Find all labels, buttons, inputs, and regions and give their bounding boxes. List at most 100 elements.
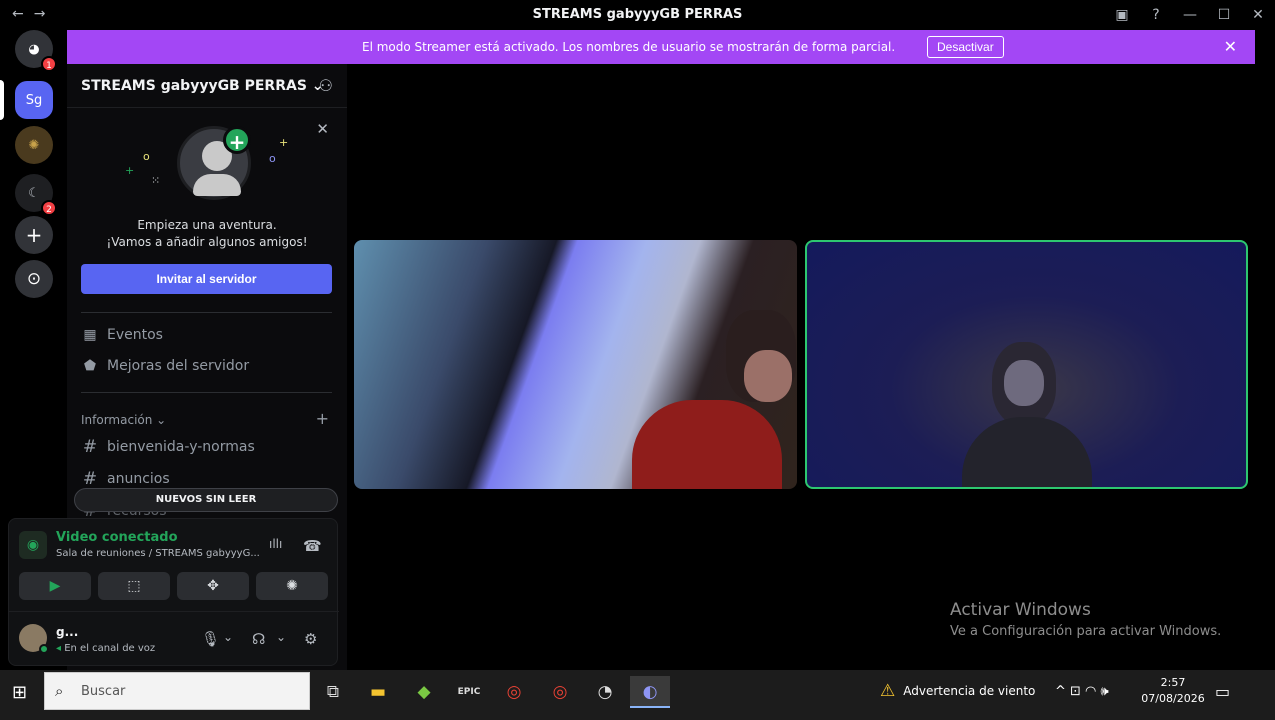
server-name: STREAMS gabyyyGB PERRAS ⌄ <box>81 78 324 94</box>
task-view-icon[interactable]: ⧉ <box>313 676 353 708</box>
server-icon-current[interactable]: Sg <box>15 81 53 119</box>
sparkle-icon: o <box>269 152 276 165</box>
minimize-button[interactable]: — <box>1173 7 1207 23</box>
video-stage: Activar Windows Ve a Configuración para … <box>348 64 1255 670</box>
disconnect-icon[interactable]: ☎ <box>303 537 322 555</box>
file-explorer-icon[interactable]: ▬ <box>358 676 398 708</box>
windows-taskbar: ⊞ ⌕ Buscar ⧉ ▬ ◆ EPIC ◎ ◎ ◔ ◐ ⚠ Adverten… <box>0 670 1275 720</box>
discord-taskbar-icon[interactable]: ◐ <box>630 676 670 708</box>
promo-close-icon[interactable]: ✕ <box>316 120 329 138</box>
server-avatar-icon: ☾ <box>28 185 40 201</box>
search-icon: ⌕ <box>55 682 64 700</box>
microphone-icon[interactable]: 🎙 <box>201 630 220 648</box>
chevron-down-icon[interactable]: ⌄ <box>276 630 286 644</box>
voice-channel-name[interactable]: Sala de reuniones / STREAMS gabyyyG... <box>56 548 260 559</box>
headset-icon[interactable]: ☊ <box>252 630 265 648</box>
home-badge: 1 <box>41 56 57 72</box>
channel-label: anuncios <box>107 471 170 487</box>
chrome-icon[interactable]: ◎ <box>494 676 534 708</box>
chrome-icon[interactable]: ◎ <box>540 676 580 708</box>
add-friend-plus-icon: + <box>223 126 251 154</box>
category-informacion[interactable]: Información ⌄ <box>81 413 166 427</box>
sidebar-item-label: Eventos <box>107 327 163 343</box>
soundboard-button[interactable]: ✺ <box>256 572 328 600</box>
sidebar-item-boosts[interactable]: ⬟ Mejoras del servidor <box>81 358 249 374</box>
username: g... <box>56 625 79 639</box>
banner-close-icon[interactable]: ✕ <box>1224 37 1237 56</box>
signal-icon[interactable]: ◉ <box>19 531 47 559</box>
boost-icon: ⬟ <box>83 358 97 374</box>
add-member-icon[interactable]: ⚇ <box>319 76 333 95</box>
taskbar-clock[interactable]: 2:57 07/08/2026 <box>1140 675 1206 707</box>
notification-center-icon[interactable]: ▭ <box>1215 670 1230 712</box>
soundboard-icon: ✺ <box>286 578 298 594</box>
sparkle-icon: ⁙ <box>151 174 161 187</box>
streamer-mode-banner: El modo Streamer está activado. Los nomb… <box>67 30 1255 64</box>
sidebar-item-events[interactable]: ▦ Eventos <box>81 327 163 343</box>
channel-bienvenida[interactable]: # bienvenida-y-normas <box>81 437 255 457</box>
maximize-button[interactable]: ☐ <box>1207 7 1241 23</box>
title-bar: ← → STREAMS gabyyyGB PERRAS ▣ ? — ☐ ✕ <box>0 0 1275 30</box>
video-tile-1[interactable] <box>354 240 797 489</box>
sparkle-icon: + <box>279 136 289 149</box>
activities-icon: ✥ <box>207 578 219 594</box>
sparkle-icon: + <box>125 164 135 177</box>
user-status: ◂ En el canal de voz <box>56 643 156 654</box>
warning-icon: ⚠ <box>880 681 896 701</box>
sparkle-icon: o <box>143 150 150 163</box>
deactivate-button[interactable]: Desactivar <box>927 36 1004 58</box>
server-icon-3[interactable]: ☾ 2 <box>15 174 57 216</box>
search-placeholder: Buscar <box>81 684 126 699</box>
system-tray-icons[interactable]: ^ ⊡ ◠ 🕪 <box>1055 670 1109 712</box>
activities-button[interactable]: ✥ <box>177 572 249 600</box>
add-server-button[interactable]: + <box>15 216 53 254</box>
taskbar-search-input[interactable]: ⌕ Buscar <box>44 672 310 710</box>
inbox-icon[interactable]: ▣ <box>1105 7 1139 23</box>
activate-windows-subtitle: Ve a Configuración para activar Windows. <box>950 624 1222 639</box>
help-icon[interactable]: ? <box>1139 7 1173 23</box>
speaker-icon: ◂ <box>56 643 62 654</box>
clock-time: 2:57 <box>1160 676 1186 689</box>
compass-icon: ⊙ <box>26 269 42 289</box>
plus-icon: + <box>25 223 43 247</box>
bluestacks-icon[interactable]: ◆ <box>404 676 444 708</box>
server-abbrev: Sg <box>25 92 43 108</box>
new-unread-pill[interactable]: NUEVOS SIN LEER <box>74 488 338 512</box>
server-icon-2[interactable]: ✺ <box>15 126 53 164</box>
divider <box>81 312 332 313</box>
discord-logo-icon: ◕ <box>28 41 40 57</box>
server-avatar-icon: ✺ <box>28 137 40 153</box>
explore-button[interactable]: ⊙ <box>15 260 53 298</box>
sidebar-item-label: Mejoras del servidor <box>107 358 250 374</box>
camera-icon: ▶ <box>49 578 61 594</box>
window-title: STREAMS gabyyyGB PERRAS <box>532 7 743 22</box>
hashtag-icon: # <box>82 437 98 457</box>
discord-home-button[interactable]: ◕ 1 <box>15 30 57 72</box>
clock-date: 07/08/2026 <box>1141 692 1205 705</box>
screen-share-button[interactable]: ⬚ <box>98 572 170 600</box>
banner-text: El modo Streamer está activado. Los nomb… <box>362 40 896 54</box>
server-header[interactable]: STREAMS gabyyyGB PERRAS ⌄ ⚇ <box>67 64 347 108</box>
screen-share-icon: ⬚ <box>127 578 141 594</box>
video-tile-2-speaking[interactable] <box>805 240 1248 489</box>
camera-button[interactable]: ▶ <box>19 572 91 600</box>
weather-text: Advertencia de viento <box>903 684 1036 698</box>
selected-server-pill <box>0 80 4 120</box>
close-window-button[interactable]: ✕ <box>1241 7 1275 23</box>
add-channel-icon[interactable]: + <box>316 409 329 428</box>
divider <box>81 392 332 393</box>
noise-suppression-icon[interactable]: ıllı <box>269 537 282 551</box>
online-status-dot <box>39 644 49 654</box>
user-panel: g... ◂ En el canal de voz 🎙 ⌄ ☊ ⌄ ⚙ <box>9 611 339 667</box>
epic-games-icon[interactable]: EPIC <box>449 676 489 708</box>
server-badge: 2 <box>41 200 57 216</box>
invite-to-server-button[interactable]: Invitar al servidor <box>81 264 332 294</box>
weather-widget[interactable]: ⚠ Advertencia de viento <box>880 670 1035 712</box>
channel-anuncios[interactable]: # anuncios <box>81 469 170 489</box>
chevron-down-icon[interactable]: ⌄ <box>223 630 233 644</box>
speedometer-icon[interactable]: ◔ <box>585 676 625 708</box>
settings-gear-icon[interactable]: ⚙ <box>304 630 317 648</box>
windows-start-icon[interactable]: ⊞ <box>12 682 27 703</box>
promo-line-2: ¡Vamos a añadir algunos amigos! <box>106 235 308 249</box>
channel-label: bienvenida-y-normas <box>107 439 255 455</box>
